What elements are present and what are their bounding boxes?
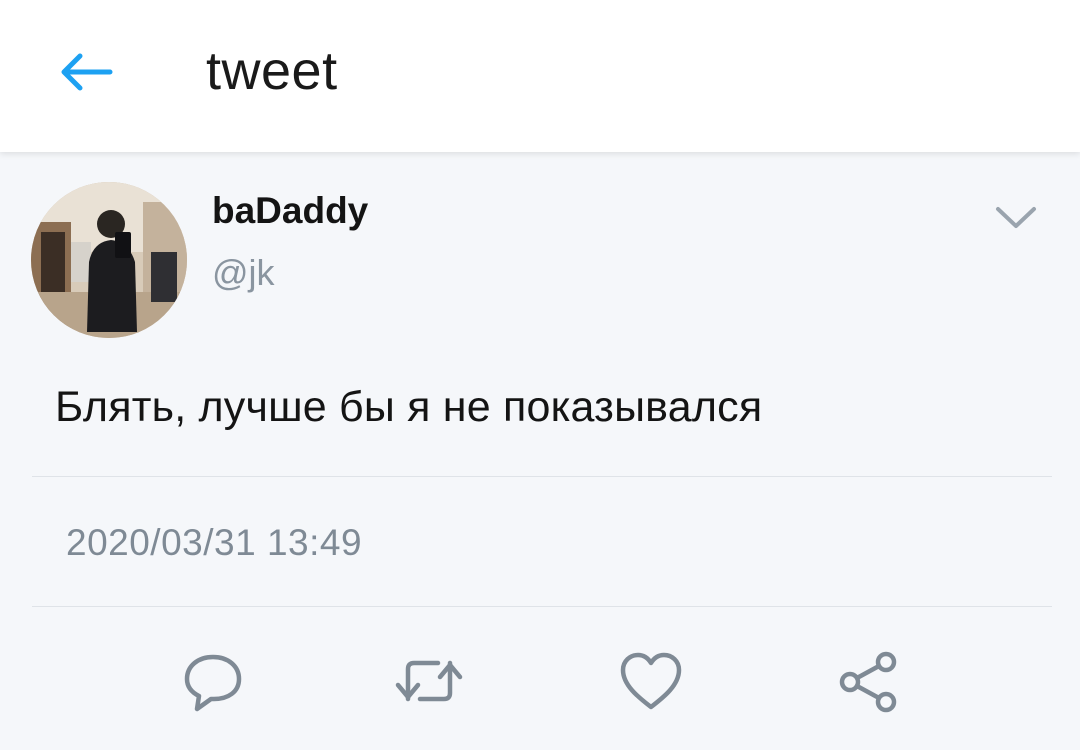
chevron-down-icon [996, 207, 1036, 228]
display-name[interactable]: baDaddy [212, 190, 368, 232]
top-app-bar: tweet [0, 0, 1080, 152]
reply-button[interactable] [178, 646, 248, 716]
tweet-menu-button[interactable] [990, 200, 1042, 236]
avatar-photo [31, 182, 187, 338]
divider [32, 476, 1052, 477]
heart-icon [620, 652, 682, 710]
like-button[interactable] [616, 646, 686, 716]
divider [32, 606, 1052, 607]
tweet-text: Блять, лучше бы я не показывался [55, 383, 763, 431]
share-icon [839, 651, 897, 713]
back-button[interactable] [52, 48, 118, 96]
tweet-timestamp: 2020/03/31 13:49 [66, 522, 363, 563]
page-title: tweet [206, 41, 338, 101]
retweet-button[interactable] [394, 646, 464, 716]
avatar[interactable] [31, 182, 187, 338]
arrow-left-icon [61, 53, 113, 91]
share-button[interactable] [834, 646, 904, 716]
user-handle[interactable]: @jk [212, 252, 275, 294]
retweet-icon [395, 660, 463, 702]
reply-icon [184, 654, 242, 712]
